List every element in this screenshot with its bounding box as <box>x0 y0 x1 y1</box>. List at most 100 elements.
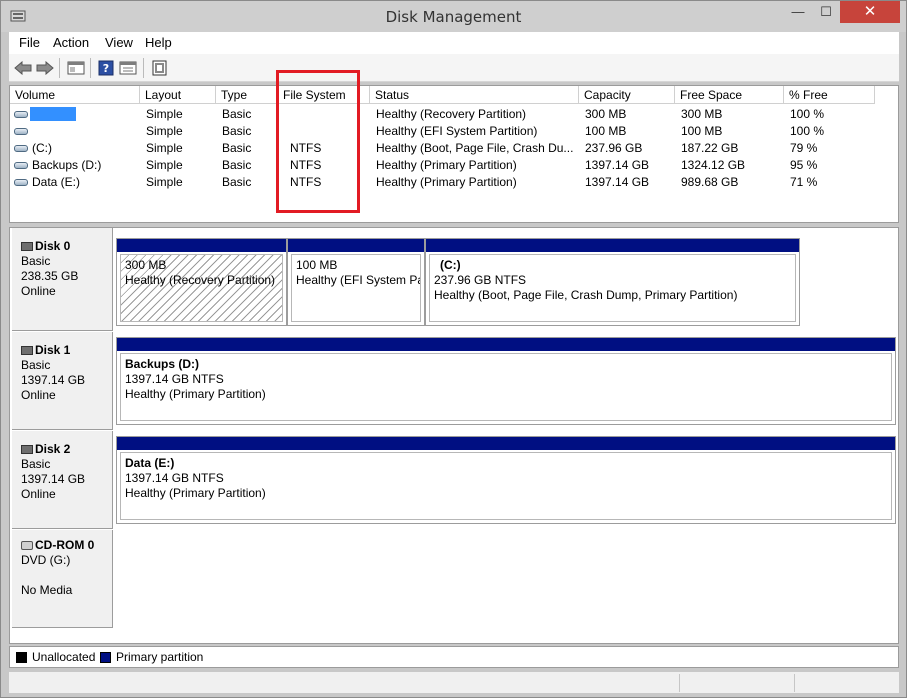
cdrom-0-label[interactable]: CD-ROM 0 DVD (G:) No Media <box>12 530 113 628</box>
menu-action[interactable]: Action <box>53 35 89 50</box>
disk-name: Disk 2 <box>35 442 71 456</box>
disk-icon <box>21 242 33 251</box>
column-header-percent-free[interactable]: % Free <box>784 86 875 104</box>
cell-capacity: 237.96 GB <box>585 141 643 155</box>
cell-capacity: 1397.14 GB <box>585 158 650 172</box>
cell-volume: (C:) <box>32 141 52 155</box>
disk-type: Basic <box>21 457 51 471</box>
disk-state: Online <box>21 284 56 298</box>
cell-percent-free: 100 % <box>790 107 825 121</box>
disk-size <box>21 568 112 583</box>
legend-swatch-primary <box>100 652 111 663</box>
partition-body: Data (E:) 1397.14 GB NTFS Healthy (Prima… <box>120 452 892 520</box>
column-header-type[interactable]: Type <box>216 86 278 104</box>
disk-2-label[interactable]: Disk 2 Basic 1397.14 GB Online <box>12 431 113 529</box>
disk-name: Disk 1 <box>35 343 71 357</box>
cell-percent-free: 95 % <box>790 158 818 172</box>
menu-help[interactable]: Help <box>145 35 172 50</box>
partition-body: (C:) 237.96 GB NTFS Healthy (Boot, Page … <box>429 254 796 322</box>
cell-volume: Data (E:) <box>32 175 81 189</box>
disk-state: No Media <box>21 583 73 597</box>
partition-status: Healthy (EFI System Par <box>296 273 421 287</box>
disk-state: Online <box>21 487 56 501</box>
minimize-button[interactable]: — <box>784 1 812 23</box>
partition-size: 1397.14 GB NTFS <box>125 471 224 485</box>
toolbar-separator <box>90 58 91 78</box>
partition-e[interactable]: Data (E:) 1397.14 GB NTFS Healthy (Prima… <box>116 436 896 524</box>
cell-capacity: 1397.14 GB <box>585 175 650 189</box>
volume-icon <box>14 145 28 152</box>
maximize-button[interactable]: ☐ <box>812 1 840 23</box>
properties-icon[interactable] <box>66 58 86 78</box>
legend-swatch-unallocated <box>16 652 27 663</box>
partition-efi[interactable]: 100 MB Healthy (EFI System Par <box>287 238 425 326</box>
partition-bar <box>426 239 799 252</box>
disk-icon <box>21 346 33 355</box>
cell-type: Basic <box>222 141 252 155</box>
partition-status: Healthy (Boot, Page File, Crash Dump, Pr… <box>434 288 738 302</box>
cell-status: Healthy (EFI System Partition) <box>376 124 538 138</box>
column-header-layout[interactable]: Layout <box>140 86 216 104</box>
cell-status: Healthy (Boot, Page File, Crash Du... <box>376 141 574 155</box>
cell-percent-free: 71 % <box>790 175 818 189</box>
title-bar[interactable]: Disk Management — ☐ ✕ <box>1 1 906 32</box>
disk-name: CD-ROM 0 <box>35 538 95 552</box>
disk-0-label[interactable]: Disk 0 Basic 238.35 GB Online <box>12 228 113 331</box>
cell-layout: Simple <box>146 141 183 155</box>
cell-status: Healthy (Recovery Partition) <box>376 107 527 121</box>
disk-1-label[interactable]: Disk 1 Basic 1397.14 GB Online <box>12 332 113 430</box>
cell-free-space: 100 MB <box>681 124 723 138</box>
volume-icon <box>14 179 28 186</box>
volume-icon <box>14 111 28 118</box>
partition-title: Data (E:) <box>125 456 175 470</box>
partition-d[interactable]: Backups (D:) 1397.14 GB NTFS Healthy (Pr… <box>116 337 896 425</box>
volume-name-selected[interactable] <box>30 107 76 121</box>
column-header-volume[interactable]: Volume <box>10 86 140 104</box>
disk-type: Basic <box>21 254 51 268</box>
disk-size: 1397.14 GB <box>21 472 86 486</box>
partition-recovery[interactable]: 300 MB Healthy (Recovery Partition) <box>116 238 287 326</box>
svg-text:?: ? <box>103 62 109 75</box>
column-header-capacity[interactable]: Capacity <box>579 86 675 104</box>
partition-size: 237.96 GB NTFS <box>434 273 527 287</box>
help-icon[interactable]: ? <box>96 58 116 78</box>
cell-type: Basic <box>222 158 252 172</box>
cell-status: Healthy (Primary Partition) <box>376 158 517 172</box>
column-header-status[interactable]: Status <box>370 86 579 104</box>
column-header-free-space[interactable]: Free Space <box>675 86 784 104</box>
partition-bar <box>288 239 424 252</box>
menu-bar: File Action View Help <box>9 32 899 54</box>
cell-free-space: 187.22 GB <box>681 141 739 155</box>
toolbar-separator <box>143 58 144 78</box>
legend-label: Primary partition <box>116 650 204 664</box>
cell-layout: Simple <box>146 158 183 172</box>
cell-layout: Simple <box>146 107 183 121</box>
disk-type: Basic <box>21 358 51 372</box>
console-icon[interactable] <box>118 58 138 78</box>
back-icon[interactable] <box>13 58 33 78</box>
refresh-icon[interactable] <box>150 58 170 78</box>
partition-c[interactable]: (C:) 237.96 GB NTFS Healthy (Boot, Page … <box>425 238 800 326</box>
window-title: Disk Management <box>385 8 522 26</box>
toolbar: ? <box>9 54 899 82</box>
legend-label: Unallocated <box>32 650 96 664</box>
disk-view: Disk 0 Basic 238.35 GB Online 300 MB Hea… <box>9 227 899 644</box>
toolbar-separator <box>59 58 60 78</box>
forward-icon[interactable] <box>35 58 55 78</box>
menu-view[interactable]: View <box>105 35 133 50</box>
cell-type: Basic <box>222 175 252 189</box>
partition-size: 100 MB <box>296 258 338 272</box>
cdrom-icon <box>21 541 33 550</box>
partition-size: 300 MB <box>125 258 167 272</box>
menu-file[interactable]: File <box>19 35 40 50</box>
cell-capacity: 100 MB <box>585 124 627 138</box>
status-bar <box>9 671 899 693</box>
close-button[interactable]: ✕ <box>840 1 900 23</box>
volume-list[interactable]: Volume Layout Type File System Status Ca… <box>9 85 899 223</box>
cell-percent-free: 79 % <box>790 141 818 155</box>
partition-title: Backups (D:) <box>125 357 200 371</box>
disk-management-window: Disk Management — ☐ ✕ File Action View H… <box>0 0 907 698</box>
status-separator <box>794 674 795 692</box>
disk-name: Disk 0 <box>35 239 71 253</box>
partition-status: Healthy (Recovery Partition) <box>125 273 276 287</box>
